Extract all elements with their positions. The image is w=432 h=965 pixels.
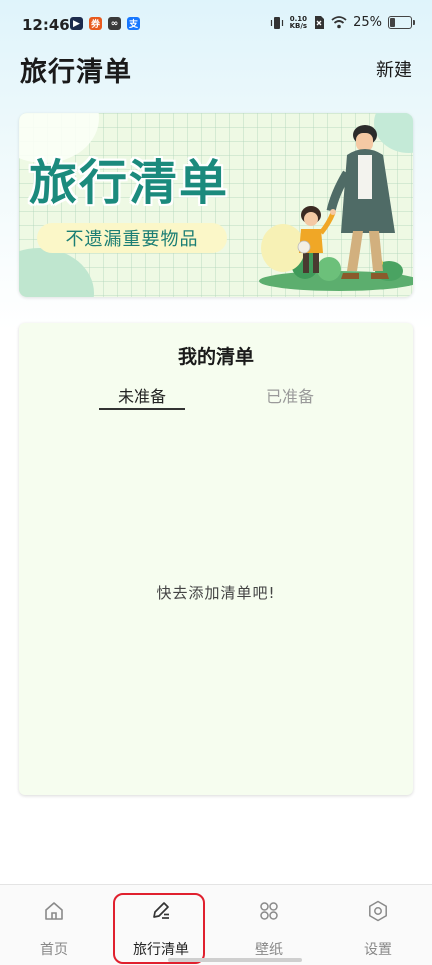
settings-icon [369,900,387,922]
travel-illustration [259,125,413,291]
nav-item-wallpaper[interactable]: 壁纸 [224,885,314,965]
alipay-icon: 支 [127,17,140,30]
empty-state-text: 快去添加清单吧! [156,584,276,602]
no-sim-icon [315,16,325,29]
app-header: 旅行清单 新建 [0,50,432,90]
status-bar: 12:46 ▶ 券 ∞ 支 0.10 KB/s 25% [0,0,432,50]
page-title: 旅行清单 [20,57,132,88]
new-list-button[interactable]: 新建 [376,56,412,82]
status-time: 12:46 [22,16,70,34]
banner-subtitle: 不遗漏重要物品 [37,223,227,253]
nav-label-wallpaper: 壁纸 [255,942,283,958]
my-list-title: 我的清单 [177,346,254,368]
home-indicator[interactable] [168,958,302,962]
link-app-icon: ∞ [108,17,121,30]
battery-percent: 25% [353,15,382,30]
active-tab-indicator [99,408,185,410]
home-icon [45,902,63,920]
grid-icon [260,902,278,920]
nav-label-settings: 设置 [364,942,392,958]
my-list-card: 我的清单 未准备 已准备 快去添加清单吧! [19,323,413,795]
network-speed-unit: KB/s [289,21,308,30]
wifi-icon [331,16,347,29]
vibrate-icon [270,16,283,29]
banner-decoration [19,248,94,297]
status-indicators: 0.10 KB/s 25% [270,15,415,30]
banner: 旅行清单 不遗漏重要物品 [19,113,413,297]
tab-prepared[interactable]: 已准备 [245,383,335,407]
notification-icons: ▶ 券 ∞ 支 [70,17,140,30]
banner-title: 旅行清单 [29,155,230,211]
battery-level [390,18,395,27]
bottom-navigation: 首页 旅行清单 壁纸 设置 [0,884,432,965]
network-speed: 0.10 KB/s [289,15,308,30]
nav-item-settings[interactable]: 设置 [333,885,423,965]
nav-label-home: 首页 [40,942,68,958]
active-nav-highlight [113,893,205,964]
video-app-icon: ▶ [70,17,83,30]
battery-icon [388,16,415,29]
nav-item-home[interactable]: 首页 [9,885,99,965]
coupon-app-icon: 券 [89,17,102,30]
tab-not-prepared[interactable]: 未准备 [97,383,187,407]
